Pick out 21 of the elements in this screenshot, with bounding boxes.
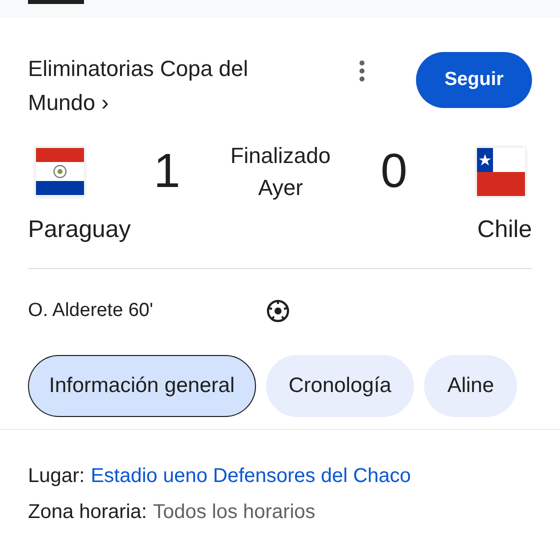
- team-name: Chile: [477, 215, 532, 245]
- info-label: Lugar:: [28, 464, 85, 489]
- venue-link[interactable]: Estadio ueno Defensores del Chaco: [90, 462, 411, 490]
- competition-link[interactable]: Eliminatorias Copa del Mundo ›: [28, 52, 308, 120]
- more-options-icon[interactable]: [359, 60, 365, 82]
- info-value[interactable]: Todos los horarios: [152, 498, 316, 526]
- follow-button[interactable]: Seguir: [416, 52, 532, 108]
- flag-icon: [474, 145, 528, 199]
- info-label: Zona horaria:: [28, 500, 147, 525]
- team-name: Paraguay: [28, 215, 131, 245]
- tab-indicator: [28, 0, 84, 4]
- flag-icon: [33, 145, 87, 199]
- goal-scorer: O. Alderete 60': [28, 298, 154, 323]
- tab[interactable]: Cronología: [266, 355, 414, 417]
- tab[interactable]: Aline: [424, 355, 518, 417]
- match-date: Ayer: [258, 174, 303, 202]
- score: 1: [152, 144, 182, 200]
- tab[interactable]: Información general: [28, 355, 256, 417]
- score: 0: [380, 144, 408, 200]
- match-status: Finalizado: [230, 142, 331, 170]
- soccer-ball-icon: [266, 299, 290, 323]
